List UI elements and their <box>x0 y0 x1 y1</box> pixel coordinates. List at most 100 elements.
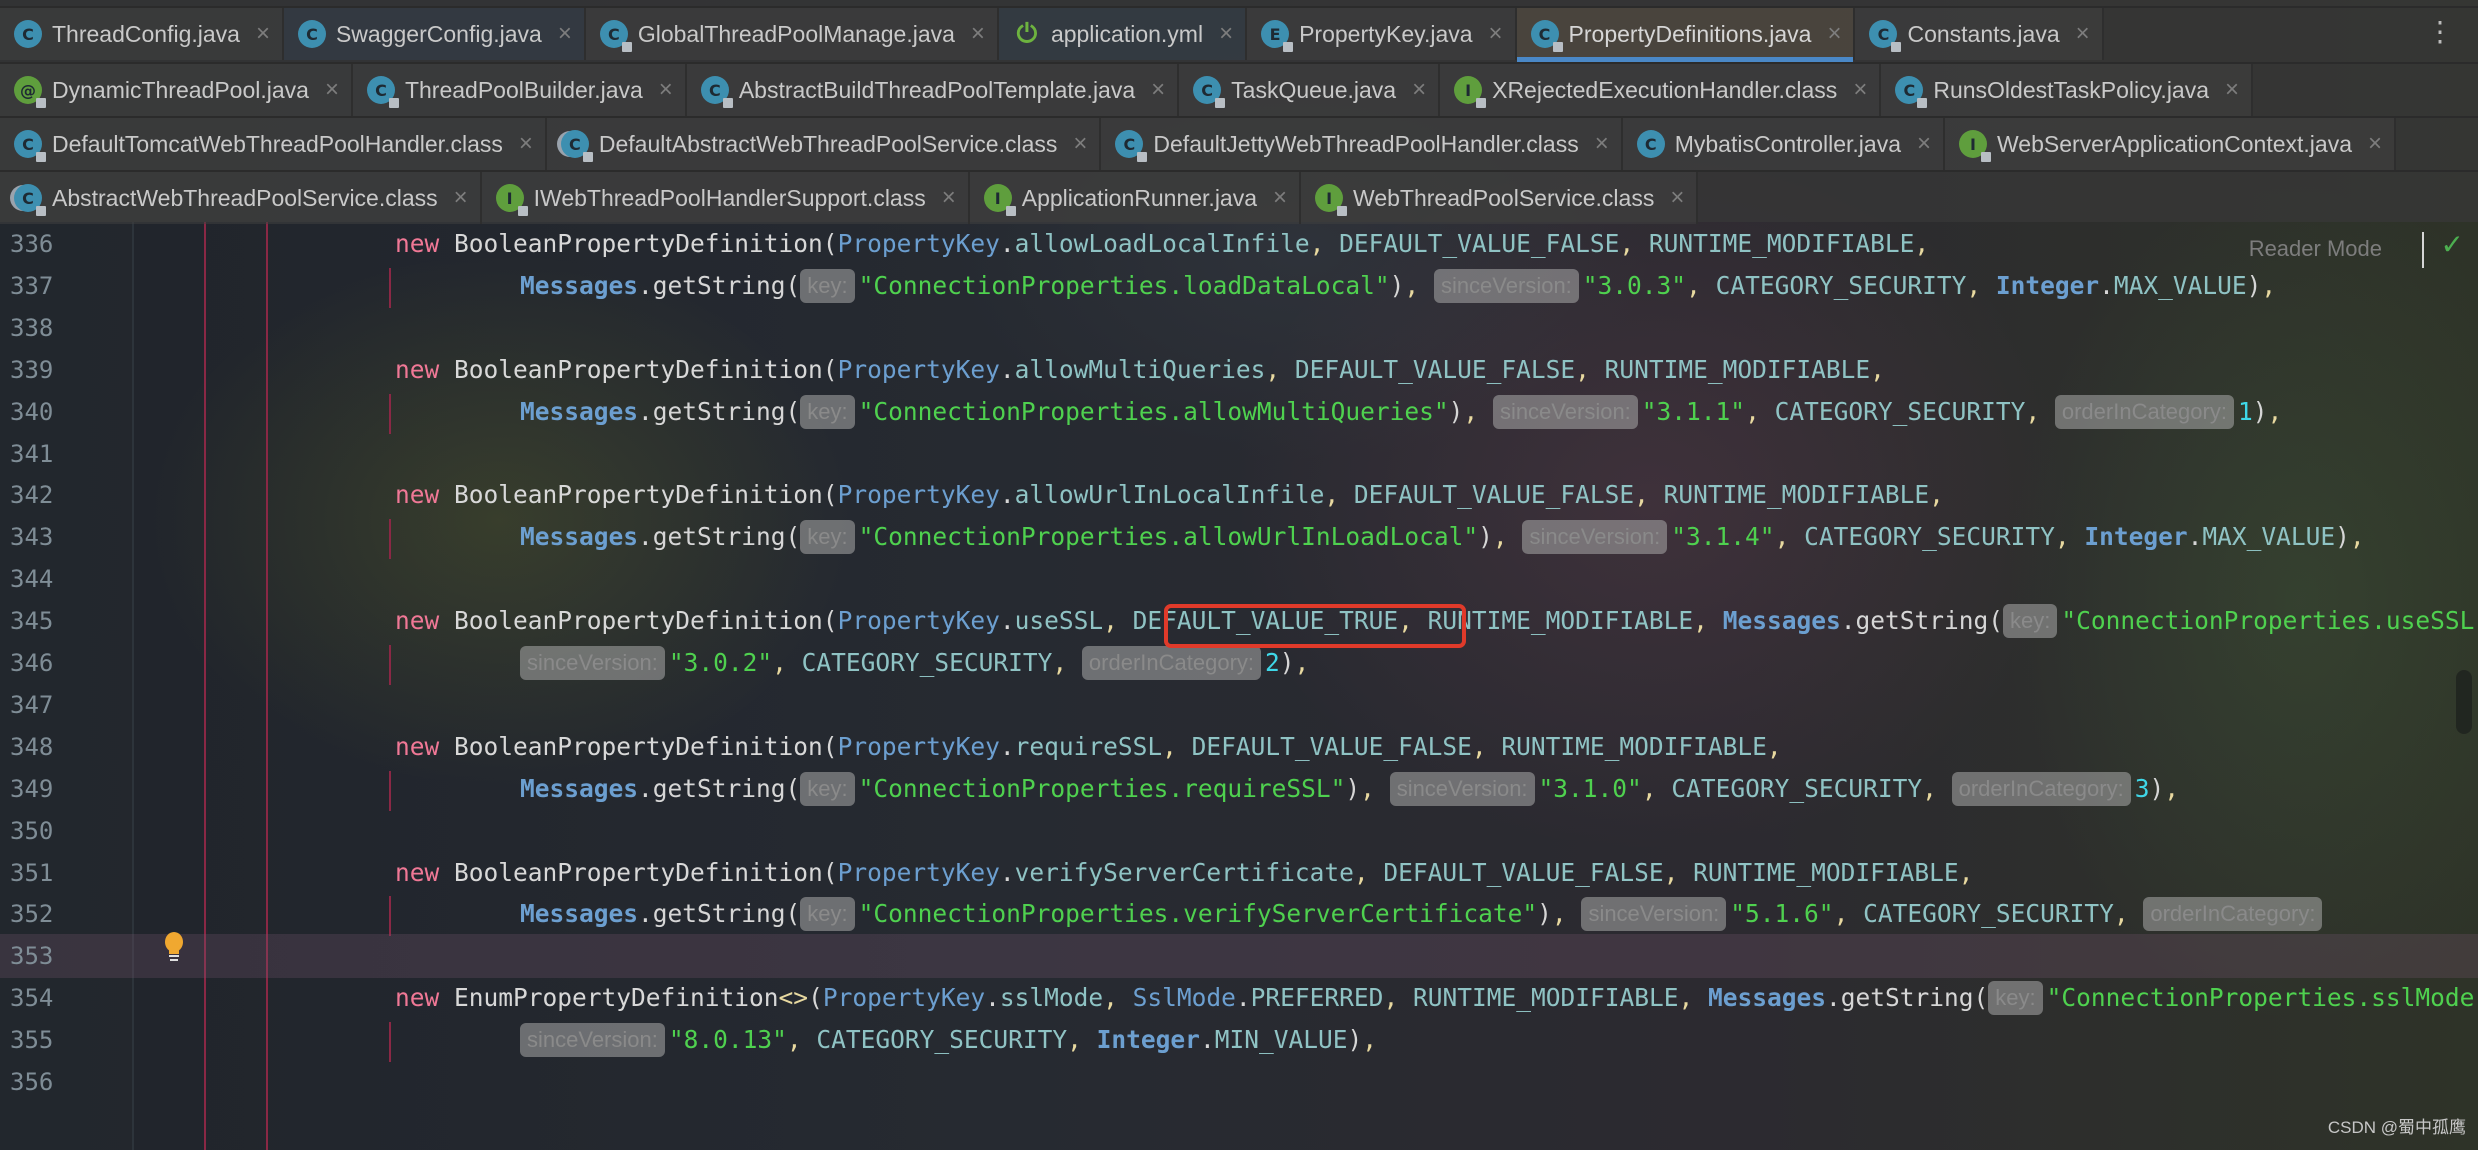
tab-label: WebServerApplicationContext.java <box>1997 130 2352 157</box>
line-number: 356 <box>10 1068 54 1096</box>
close-tab-icon[interactable]: × <box>325 76 339 104</box>
code-line[interactable]: 343 Messages.getString(key: "ConnectionPro… <box>0 515 2478 560</box>
code-line[interactable]: 339 new BooleanPropertyDefinition(Propert… <box>0 348 2478 392</box>
code-line[interactable]: 344 <box>0 557 2478 601</box>
tab-defaultjettywebthreadpoolhandler-class[interactable]: C DefaultJettyWebThreadPoolHandler.class × <box>1101 118 1623 170</box>
close-tab-icon[interactable]: × <box>1917 130 1931 158</box>
comma-token: , <box>1353 857 1384 887</box>
inspection-ok-check-icon[interactable]: ✓ <box>2441 228 2464 261</box>
close-tab-icon[interactable]: × <box>2076 20 2090 48</box>
str-token: "3.1.0" <box>1538 773 1642 803</box>
interface-icon: I <box>1959 130 1992 162</box>
comma-token: , <box>1404 270 1434 300</box>
close-tab-icon[interactable]: × <box>1151 76 1165 104</box>
comma-token: , <box>1103 606 1133 636</box>
more-tabs-icon[interactable]: ⋮ <box>2426 18 2454 46</box>
tab-application-yml[interactable]: ⏻ application.yml × <box>998 8 1248 60</box>
tab-taskqueue-java[interactable]: C TaskQueue.java × <box>1179 64 1441 116</box>
code-line-current[interactable]: 353 <box>0 934 2478 979</box>
tab-mybatiscontroller-java[interactable]: C MybatisController.java × <box>1622 118 1946 170</box>
close-tab-icon[interactable]: × <box>2368 130 2382 158</box>
close-tab-icon[interactable]: × <box>256 20 270 48</box>
tab-webserverapplicationcontext-java[interactable]: I WebServerApplicationContext.java × <box>1945 118 2397 170</box>
tab-applicationrunner-java[interactable]: I ApplicationRunner.java × <box>969 172 1302 224</box>
comma-token: , <box>1383 983 1413 1013</box>
code-line[interactable]: 351 new BooleanPropertyDefinition(Propert… <box>0 851 2478 895</box>
punc-token: ) <box>1347 1025 1363 1055</box>
tab-constants-java[interactable]: C Constants.java × <box>1855 8 2104 60</box>
tab-dynamicthreadpool-java[interactable]: @ DynamicThreadPool.java × <box>0 64 353 116</box>
close-tab-icon[interactable]: × <box>1219 20 1233 48</box>
code-line[interactable]: 340 Messages.getString(key: "ConnectionPro… <box>0 390 2478 434</box>
reader-mode-toggle[interactable]: Reader Mode <box>2249 236 2382 262</box>
close-tab-icon[interactable]: × <box>1412 76 1426 104</box>
line-number: 345 <box>10 607 54 636</box>
tab-abstractbuildthreadpooltemplate-java[interactable]: C AbstractBuildThreadPoolTemplate.java × <box>686 64 1180 116</box>
code-line[interactable]: 354 new EnumPropertyDefinition<>(Property… <box>0 976 2478 1020</box>
close-tab-icon[interactable]: × <box>1273 184 1287 212</box>
close-tab-icon[interactable]: × <box>1853 76 1867 104</box>
code-line[interactable]: 348 new BooleanPropertyDefinition(Propert… <box>0 725 2478 769</box>
line-number: 347 <box>10 690 54 719</box>
parameter-hint: sinceVersion: <box>1433 268 1579 303</box>
tab-defaulttomcatwebthreadpoolhandler-class[interactable]: C DefaultTomcatWebThreadPoolHandler.class… <box>0 118 547 170</box>
lightbulb-intention-icon[interactable] <box>163 932 185 962</box>
reader-mode-separator <box>2422 232 2424 268</box>
tab-abstractwebthreadpoolservice-class[interactable]: C AbstractWebThreadPoolService.class × <box>0 172 482 224</box>
close-tab-icon[interactable]: × <box>1670 184 1684 212</box>
close-tab-icon[interactable]: × <box>971 20 985 48</box>
code-line[interactable]: 355 sinceVersion: "8.0.13", CATEGORY_SECUR… <box>0 1018 2478 1063</box>
tab-globalthreadpoolmanage-java[interactable]: C GlobalThreadPoolManage.java × <box>585 8 999 60</box>
continuation-indent-guide <box>389 267 391 308</box>
tab-threadpoolbuilder-java[interactable]: C ThreadPoolBuilder.java × <box>352 64 687 116</box>
code-line[interactable]: 349 Messages.getString(key: "ConnectionPro… <box>0 767 2478 811</box>
code-line[interactable]: 352 Messages.getString(key: "ConnectionPro… <box>0 892 2478 937</box>
close-tab-icon[interactable]: × <box>1595 130 1609 158</box>
code-line[interactable]: 347 <box>0 683 2478 727</box>
code-line[interactable]: 356 <box>0 1060 2478 1104</box>
tab-propertykey-java[interactable]: E PropertyKey.java × <box>1247 8 1517 60</box>
tab-webthreadpoolservice-class[interactable]: I WebThreadPoolService.class × <box>1301 172 1699 224</box>
close-tab-icon[interactable]: × <box>2225 76 2239 104</box>
punc-token: . <box>2187 522 2203 552</box>
comma-token: , <box>1774 522 1805 552</box>
interface-icon: I <box>1315 184 1348 216</box>
type-token: PropertyKey <box>822 983 986 1013</box>
comma-token: , <box>2025 396 2055 426</box>
punc-token <box>439 606 454 635</box>
tab-propertydefinitions-java[interactable]: C PropertyDefinitions.java × <box>1516 8 1856 63</box>
code-line[interactable]: 337 Messages.getString(key: "ConnectionPro… <box>0 264 2478 308</box>
str-token: "ConnectionProperties.sslMode" <box>2046 983 2478 1013</box>
punc-token: ( <box>822 229 838 258</box>
close-tab-icon[interactable]: × <box>659 76 673 104</box>
parameter-hint: orderInCategory: <box>2054 394 2234 429</box>
punc-token: ) <box>1537 899 1552 929</box>
code-line[interactable]: 341 <box>0 432 2478 476</box>
parameter-hint: sinceVersion: <box>1581 897 1727 932</box>
close-tab-icon[interactable]: × <box>519 130 533 158</box>
code-line[interactable]: 338 <box>0 306 2478 350</box>
vertical-scrollbar-thumb[interactable] <box>2456 670 2472 734</box>
cls-token: BooleanPropertyDefinition <box>454 354 823 384</box>
tab-swaggerconfig-java[interactable]: C SwaggerConfig.java × <box>283 8 586 60</box>
tab-threadconfig-java[interactable]: C ThreadConfig.java × <box>0 8 284 60</box>
tab-runsoldesttaskpolicy-java[interactable]: C RunsOldestTaskPolicy.java × <box>1881 64 2254 116</box>
tab-xrejectedexecutionhandler-class[interactable]: I XRejectedExecutionHandler.class × <box>1440 64 1882 116</box>
close-tab-icon[interactable]: × <box>1073 130 1087 158</box>
close-tab-icon[interactable]: × <box>1489 20 1503 48</box>
close-tab-icon[interactable]: × <box>1827 20 1841 48</box>
code-line[interactable]: 346 sinceVersion: "3.0.2", CATEGORY_SECURI… <box>0 641 2478 685</box>
comma-token: , <box>2267 396 2283 426</box>
code-line[interactable]: 342 new BooleanPropertyDefinition(Propert… <box>0 473 2478 517</box>
code-line[interactable]: 345 new BooleanPropertyDefinition(Propert… <box>0 599 2478 643</box>
comma-token: , <box>2261 270 2277 300</box>
close-tab-icon[interactable]: × <box>454 184 468 212</box>
code-line[interactable]: 350 <box>0 809 2478 853</box>
comma-token: , <box>1265 354 1295 384</box>
tab-defaultabstractwebthreadpoolservice-class[interactable]: C DefaultAbstractWebThreadPoolService.cla… <box>546 118 1102 170</box>
code-editor[interactable]: 336 new BooleanPropertyDefinition(Propert… <box>0 222 2478 1150</box>
close-tab-icon[interactable]: × <box>942 184 956 212</box>
code-line[interactable]: 336 new BooleanPropertyDefinition(Propert… <box>0 222 2478 266</box>
close-tab-icon[interactable]: × <box>558 20 572 48</box>
tab-iwebthreadpoolhandlersupport-class[interactable]: I IWebThreadPoolHandlerSupport.class × <box>481 172 970 224</box>
